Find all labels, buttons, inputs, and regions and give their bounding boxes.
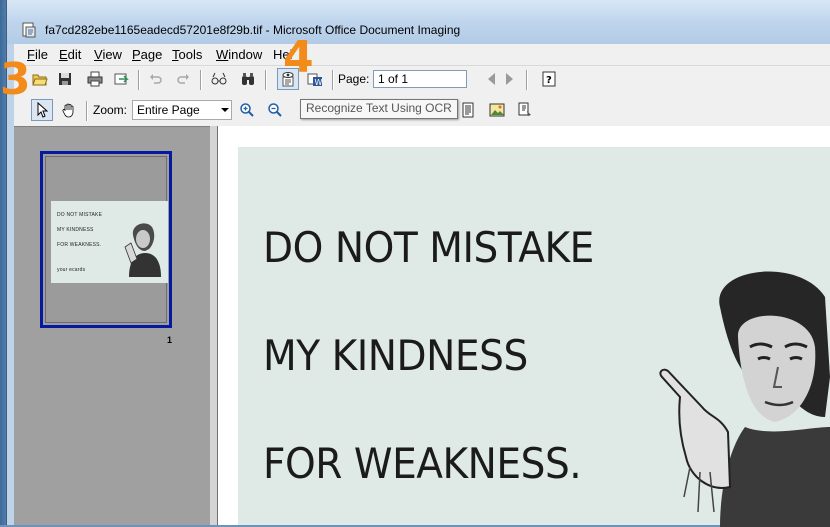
redo-button[interactable] <box>172 68 194 90</box>
woman-pointing-illustration <box>659 271 830 527</box>
undo-icon <box>150 74 162 84</box>
menu-page[interactable]: Page <box>132 47 162 62</box>
pane-splitter[interactable] <box>210 126 217 525</box>
toolbar-separator <box>86 101 88 121</box>
help-icon: ? <box>542 71 556 87</box>
insert-picture-button[interactable] <box>486 99 508 121</box>
redo-icon <box>177 74 189 84</box>
zoom-label: Zoom: <box>93 103 128 117</box>
toolbar-separator <box>332 70 334 90</box>
zoom-in-button[interactable] <box>236 99 258 121</box>
document-text-icon <box>462 102 474 118</box>
thumbnail-page-image: DO NOT MISTAKE MY KINDNESS FOR WEAKNESS.… <box>51 201 168 283</box>
reading-view-button[interactable] <box>208 68 230 90</box>
app-window: fa7cd282ebe1165eadecd57201e8f29b.tif - M… <box>6 0 830 527</box>
undo-button[interactable] <box>145 68 167 90</box>
thumbnail-pane[interactable]: DO NOT MISTAKE MY KINDNESS FOR WEAKNESS.… <box>14 126 210 525</box>
toolbar-separator <box>138 70 140 90</box>
highlight-button[interactable] <box>457 99 479 121</box>
zoom-in-icon <box>240 103 254 117</box>
print-button[interactable] <box>84 68 106 90</box>
zoom-out-icon <box>268 103 282 117</box>
chevron-down-icon <box>221 108 229 112</box>
next-page-button[interactable] <box>498 68 520 90</box>
menu-view[interactable]: View <box>94 47 122 62</box>
window-title: fa7cd282ebe1165eadecd57201e8f29b.tif - M… <box>45 23 461 37</box>
step-3-annotation: 3 <box>0 54 31 105</box>
thumb-illustration <box>124 223 161 277</box>
menu-bar: File Edit View Page Tools Window Hel <box>14 44 830 65</box>
folder-open-icon <box>32 74 48 86</box>
client-area: File Edit View Page Tools Window Hel W P… <box>14 44 830 527</box>
menu-window[interactable]: Window <box>216 47 262 62</box>
thumbnail-page-number: 1 <box>167 335 173 345</box>
zoom-out-button[interactable] <box>264 99 286 121</box>
glasses-icon <box>211 72 227 85</box>
find-button[interactable] <box>237 68 259 90</box>
document-pane[interactable]: DO NOT MISTAKE MY KINDNESS FOR WEAKNESS. <box>217 126 830 527</box>
picture-icon <box>489 103 505 117</box>
toolbar-separator <box>526 70 528 90</box>
printer-icon <box>87 71 103 87</box>
select-pointer-button[interactable] <box>31 99 53 121</box>
send-icon <box>114 73 129 85</box>
thumbnail-frame: DO NOT MISTAKE MY KINDNESS FOR WEAKNESS.… <box>45 156 168 323</box>
zoom-value: Entire Page <box>137 103 200 117</box>
ocr-tooltip: Recognize Text Using OCR <box>300 99 458 119</box>
menu-tools[interactable]: Tools <box>172 47 202 62</box>
help-button[interactable]: ? <box>538 68 560 90</box>
svg-text:?: ? <box>546 75 552 86</box>
hand-icon <box>62 103 74 118</box>
send-button[interactable] <box>110 68 132 90</box>
thumb-line-3: FOR WEAKNESS. <box>57 242 102 248</box>
save-button[interactable] <box>54 68 76 90</box>
thumb-line-1: DO NOT MISTAKE <box>57 212 103 218</box>
menu-edit[interactable]: Edit <box>59 47 81 62</box>
title-bar: fa7cd282ebe1165eadecd57201e8f29b.tif - M… <box>7 0 830 44</box>
rotate-button[interactable] <box>514 99 536 121</box>
thumb-brand: your ecards <box>57 267 86 273</box>
doc-line-3: FOR WEAKNESS. <box>263 439 582 488</box>
page-thumbnail-selected[interactable]: DO NOT MISTAKE MY KINDNESS FOR WEAKNESS.… <box>40 151 172 328</box>
zoom-select[interactable]: Entire Page <box>132 100 232 120</box>
page-number-input[interactable] <box>373 70 467 88</box>
doc-line-2: MY KINDNESS <box>263 331 528 380</box>
document-page: DO NOT MISTAKE MY KINDNESS FOR WEAKNESS. <box>238 147 830 527</box>
doc-line-1: DO NOT MISTAKE <box>263 223 594 272</box>
save-icon <box>59 73 71 85</box>
app-icon <box>22 22 36 38</box>
toolbar-separator <box>265 70 267 90</box>
page-rotate-icon <box>518 102 531 116</box>
step-4-annotation: 4 <box>283 32 314 83</box>
open-button[interactable] <box>29 68 51 90</box>
toolbar-separator <box>200 70 202 90</box>
triangle-right-icon <box>506 73 513 85</box>
page-label: Page: <box>338 72 370 86</box>
pointer-icon <box>37 102 49 118</box>
svg-text:W: W <box>315 78 323 87</box>
thumb-line-2: MY KINDNESS <box>57 227 94 233</box>
binoculars-icon <box>242 73 254 85</box>
standard-toolbar: W Page: ? <box>14 65 830 92</box>
pan-hand-button[interactable] <box>58 99 80 121</box>
